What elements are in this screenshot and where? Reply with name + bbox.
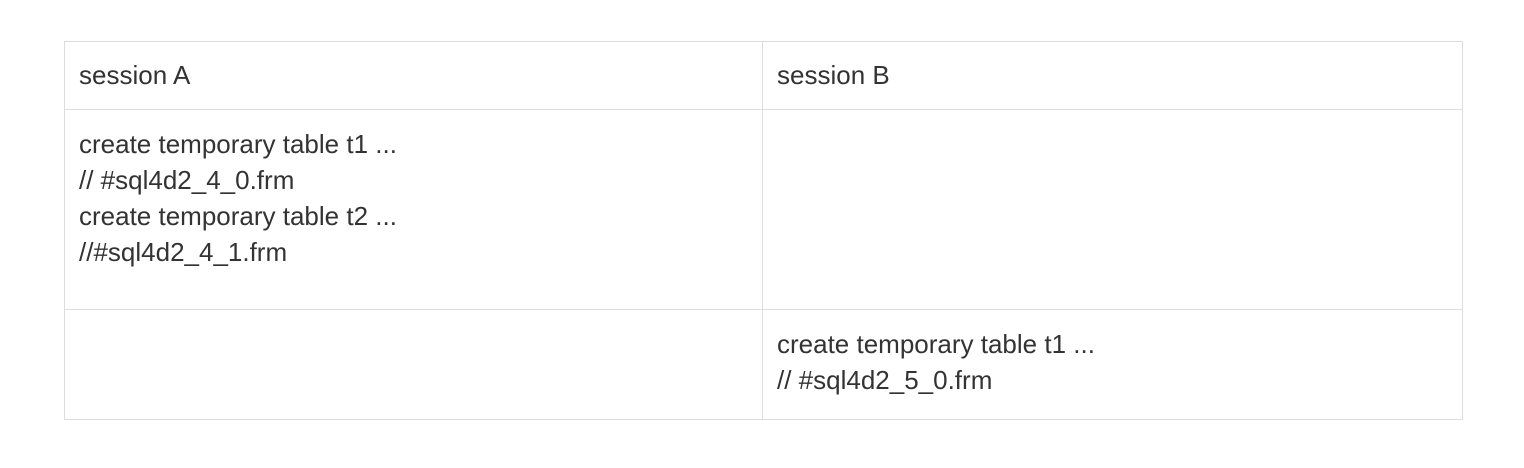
session-table-container: session A session B create temporary tab… — [64, 41, 1463, 420]
cell-session-b — [762, 109, 1463, 310]
header-session-b: session B — [762, 41, 1463, 110]
sql-comment: //#sql4d2_4_1.frm — [79, 237, 288, 267]
sql-statement: create temporary table t1 ... — [777, 329, 1095, 359]
sql-comment: // #sql4d2_5_0.frm — [777, 365, 993, 395]
cell-session-a — [64, 309, 763, 420]
sql-comment: // #sql4d2_4_0.frm — [79, 165, 295, 195]
cell-session-a: create temporary table t1 ... // #sql4d2… — [64, 109, 763, 310]
cell-session-b: create temporary table t1 ... // #sql4d2… — [762, 309, 1463, 420]
sql-statement: create temporary table t2 ... — [79, 201, 397, 231]
table-header-row: session A session B — [64, 41, 1463, 110]
session-comparison-table: session A session B create temporary tab… — [64, 41, 1463, 420]
table-row: create temporary table t1 ... // #sql4d2… — [64, 309, 1463, 420]
table-row: create temporary table t1 ... // #sql4d2… — [64, 109, 1463, 310]
sql-statement: create temporary table t1 ... — [79, 129, 397, 159]
header-session-a: session A — [64, 41, 763, 110]
